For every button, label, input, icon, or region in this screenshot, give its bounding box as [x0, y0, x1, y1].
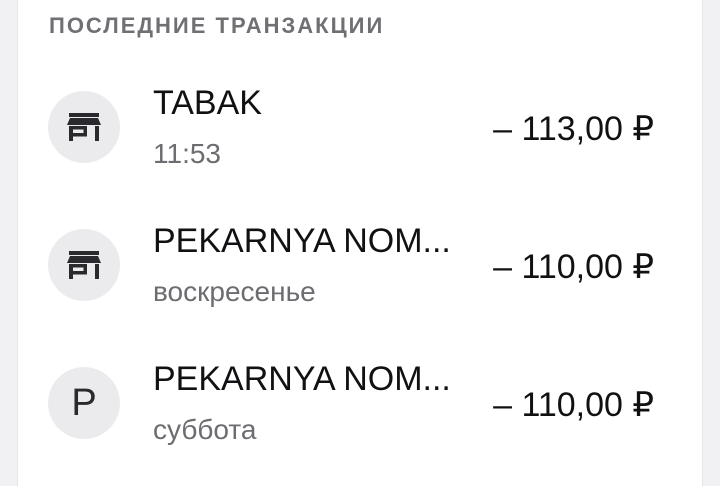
merchant-avatar: [48, 229, 120, 301]
transaction-item[interactable]: TABAK 11:53 – 113,00 ₽: [18, 72, 702, 182]
transaction-item[interactable]: PEKARNYA NOM... воскресенье – 110,00 ₽: [18, 210, 702, 320]
transaction-amount: – 110,00 ₽: [493, 386, 654, 424]
merchant-name: TABAK: [153, 84, 262, 122]
transaction-time: 11:53: [153, 138, 221, 169]
transaction-amount: – 110,00 ₽: [493, 248, 654, 286]
store-icon: [67, 113, 101, 141]
merchant-name: PEKARNYA NOM...: [153, 222, 451, 260]
avatar-letter: P: [71, 382, 97, 424]
transaction-amount: – 113,00 ₽: [493, 110, 654, 148]
transaction-date: суббота: [153, 414, 257, 445]
recent-transactions-card: ПОСЛЕДНИЕ ТРАНЗАКЦИИ TABAK 11:53 – 113,0…: [18, 0, 702, 486]
transaction-date: воскресенье: [153, 276, 316, 307]
store-icon: [67, 251, 101, 279]
merchant-avatar: [48, 91, 120, 163]
section-title: ПОСЛЕДНИЕ ТРАНЗАКЦИИ: [49, 13, 385, 38]
transaction-item[interactable]: P PEKARNYA NOM... суббота – 110,00 ₽: [18, 348, 702, 458]
merchant-name: PEKARNYA NOM...: [153, 360, 451, 398]
merchant-avatar: P: [48, 367, 120, 439]
